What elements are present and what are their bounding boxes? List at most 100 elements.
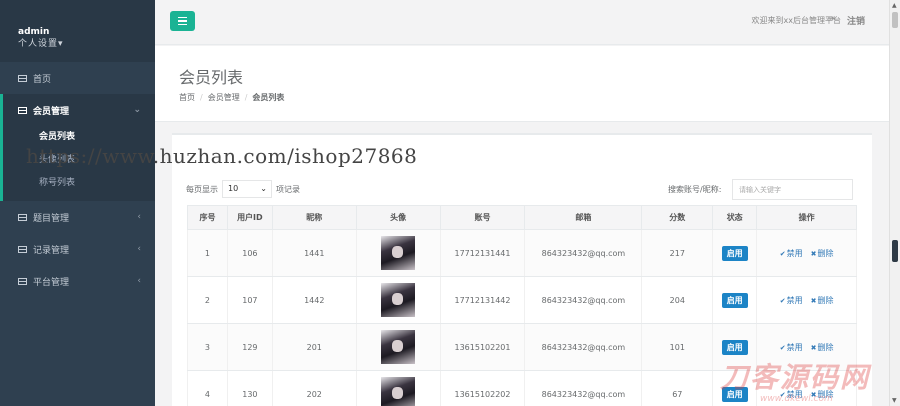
sidebar-item-platform[interactable]: 平台管理 ‹ xyxy=(0,265,155,297)
email: 864323432@qq.com xyxy=(524,323,643,371)
account: 13615102201 xyxy=(439,323,526,371)
row-number: 4 xyxy=(187,370,228,406)
scroll-up-arrow-icon[interactable]: ▲ xyxy=(892,2,897,9)
page-title: 会员列表 xyxy=(179,68,244,87)
delete-button[interactable]: ✖删除 xyxy=(811,249,834,258)
avatar xyxy=(381,283,416,317)
sidebar-item-label: 首页 xyxy=(33,74,52,85)
table-row: 1 106 1441 17712131441 864323432@qq.com 217 启用… xyxy=(187,229,857,277)
avatar xyxy=(381,330,416,364)
search-input[interactable] xyxy=(732,179,853,200)
nickname: 201 xyxy=(271,323,357,371)
hamburger-icon xyxy=(178,16,187,19)
delete-button[interactable]: ✖删除 xyxy=(811,296,834,305)
chevron-left-icon: ‹ xyxy=(137,244,141,254)
sign-out-icon: ⇥ xyxy=(827,14,835,24)
sidebar-item-label: 会员管理 xyxy=(33,106,70,117)
chevron-left-icon: ‹ xyxy=(137,276,141,286)
email: 864323432@qq.com xyxy=(524,276,643,324)
nickname: 202 xyxy=(271,370,357,406)
scroll-down-arrow-icon[interactable]: ▼ xyxy=(892,397,897,404)
disable-button[interactable]: ✔禁用 xyxy=(780,296,803,305)
breadcrumb-current: 会员列表 xyxy=(252,93,285,102)
breadcrumb-members[interactable]: 会员管理 xyxy=(208,93,240,102)
url-watermark: https://www.huzhan.com/ishop27868 xyxy=(26,144,418,168)
sidebar-item-label: 题目管理 xyxy=(33,213,70,224)
account: 17712131442 xyxy=(439,276,526,324)
sidebar-item-records[interactable]: 记录管理 ‹ xyxy=(0,233,155,265)
delete-button[interactable]: ✖删除 xyxy=(811,343,834,352)
sidebar: admin 个人设置▾ 首页 会员管理 ⌄ 会员列表 头像列表 称号列表 题目管… xyxy=(0,0,155,406)
status-enabled-button[interactable]: 启用 xyxy=(721,339,748,355)
breadcrumb-home[interactable]: 首页 xyxy=(179,93,195,102)
status-enabled-button[interactable]: 启用 xyxy=(721,292,748,308)
nickname: 1441 xyxy=(271,229,357,277)
user-id: 106 xyxy=(226,229,273,277)
sidebar-subitem-title-list[interactable]: 称号列表 xyxy=(3,172,155,195)
chevron-left-icon: ‹ xyxy=(137,212,141,222)
close-icon: ✖ xyxy=(810,249,817,258)
row-number: 1 xyxy=(187,229,228,277)
avatar xyxy=(381,377,416,406)
avatar xyxy=(381,236,416,270)
search-label: 搜索账号/昵称: xyxy=(668,185,722,194)
column-header[interactable]: 状态 xyxy=(712,205,758,230)
disable-button[interactable]: ✔禁用 xyxy=(780,249,803,258)
status-enabled-button[interactable]: 启用 xyxy=(721,245,748,261)
table-icon xyxy=(18,74,27,82)
table-icon xyxy=(18,245,27,253)
column-header[interactable]: 分数 xyxy=(641,205,714,230)
personal-settings-dropdown[interactable]: 个人设置▾ xyxy=(18,38,155,51)
row-number: 3 xyxy=(187,323,228,371)
email: 864323432@qq.com xyxy=(524,229,643,277)
column-header[interactable]: 账号 xyxy=(439,205,526,230)
user-id: 130 xyxy=(226,370,273,406)
close-icon: ✖ xyxy=(810,343,817,352)
account: 13615102202 xyxy=(439,370,526,406)
chevron-down-icon: ⌄ xyxy=(133,105,141,115)
score: 204 xyxy=(641,276,714,324)
sidebar-item-home[interactable]: 首页 xyxy=(0,62,155,94)
chevron-down-icon: ⌄ xyxy=(260,184,267,193)
sidebar-item-questions[interactable]: 题目管理 ‹ xyxy=(0,201,155,233)
table-icon xyxy=(18,277,27,285)
table-row: 2 107 1442 17712131442 864323432@qq.com 204 启用… xyxy=(187,276,857,324)
email: 864323432@qq.com xyxy=(524,370,643,406)
table-icon xyxy=(18,213,27,221)
sidebar-item-members[interactable]: 会员管理 ⌄ xyxy=(3,94,155,126)
column-header[interactable]: 序号 xyxy=(187,205,228,230)
logout-link[interactable]: 注销 xyxy=(847,14,865,27)
row-number: 2 xyxy=(187,276,228,324)
sidebar-item-label: 平台管理 xyxy=(33,277,70,288)
page-scrollbar[interactable]: ▲ ▼ xyxy=(889,0,900,406)
column-header[interactable]: 操作 xyxy=(756,205,857,230)
score: 67 xyxy=(641,370,714,406)
top-navbar: 欢迎来到xx后台管理平台 ⇥ 注销 xyxy=(155,0,889,45)
disable-button[interactable]: ✔禁用 xyxy=(780,343,803,352)
page-length-select[interactable]: 10 ⌄ xyxy=(222,180,272,198)
nickname: 1442 xyxy=(271,276,357,324)
brand-watermark: 刀客源码网 xyxy=(720,361,871,394)
check-circle-icon: ✔ xyxy=(779,343,786,352)
secondary-scrollbar-thumb[interactable] xyxy=(892,240,898,262)
column-header[interactable]: 邮箱 xyxy=(524,205,643,230)
table-icon xyxy=(18,106,27,114)
check-circle-icon: ✔ xyxy=(779,296,786,305)
page-length-control: 每页显示 10 ⌄ 项记录 xyxy=(186,180,300,198)
menu-toggle-button[interactable] xyxy=(170,11,195,31)
breadcrumb: 首页 / 会员管理 / 会员列表 xyxy=(179,93,285,102)
sidebar-item-label: 记录管理 xyxy=(33,245,70,256)
column-header[interactable]: 头像 xyxy=(355,205,441,230)
scrollbar-thumb[interactable] xyxy=(892,12,898,28)
column-header[interactable]: 昵称 xyxy=(271,205,357,230)
user-id: 129 xyxy=(226,323,273,371)
score: 101 xyxy=(641,323,714,371)
username: admin xyxy=(18,27,50,37)
brand-url-watermark: www.dkewl.com xyxy=(760,394,833,404)
column-header[interactable]: 用户ID xyxy=(226,205,273,230)
score: 217 xyxy=(641,229,714,277)
caret-down-icon: ▾ xyxy=(58,39,64,49)
account: 17712131441 xyxy=(439,229,526,277)
profile-block: admin 个人设置▾ xyxy=(0,0,155,62)
check-circle-icon: ✔ xyxy=(779,249,786,258)
